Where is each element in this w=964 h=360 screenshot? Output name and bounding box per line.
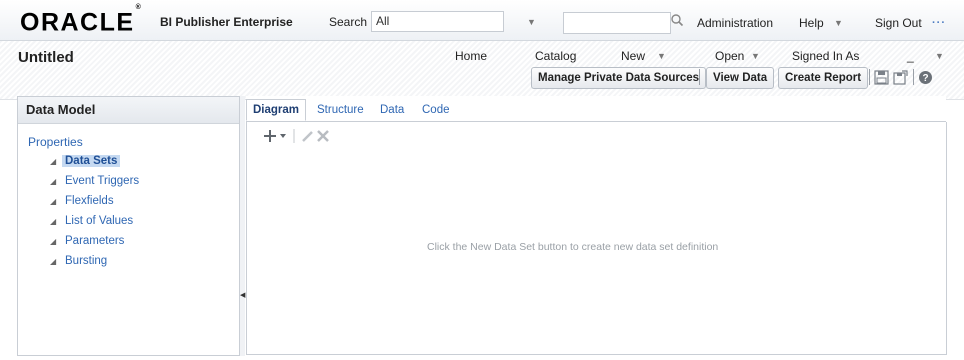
collapse-triangle-icon[interactable]: ◢ <box>50 194 62 210</box>
collapse-triangle-icon[interactable]: ◢ <box>50 254 62 270</box>
data-model-panel: Data Model Properties ◢ Data Sets ◢ Event … <box>17 96 240 356</box>
new-data-set-icon[interactable] <box>264 130 276 142</box>
save-as-icon[interactable] <box>893 70 908 85</box>
empty-canvas-message: Click the New Data Set button to create … <box>427 241 719 253</box>
signed-in-as-label: Signed In As <box>792 49 860 63</box>
collapse-panel-icon[interactable]: ◀ <box>240 291 245 299</box>
collapse-triangle-icon[interactable]: ◢ <box>50 234 62 250</box>
view-data-button[interactable]: View Data <box>706 67 775 89</box>
panel-splitter[interactable] <box>240 96 245 356</box>
panel-title: Data Model <box>18 97 239 124</box>
chevron-down-icon[interactable]: ▼ <box>527 17 536 27</box>
chevron-down-icon[interactable]: ▼ <box>935 51 944 61</box>
tree-item-data-sets[interactable]: ◢ Data Sets <box>50 153 121 170</box>
svg-text:?: ? <box>922 73 928 84</box>
properties-link[interactable]: Properties <box>28 135 83 149</box>
toolbar-divider <box>869 69 870 85</box>
catalog-link[interactable]: Catalog <box>535 49 576 63</box>
tree-item-list-of-values[interactable]: ◢ List of Values <box>50 213 136 229</box>
toolbar-divider <box>699 69 700 85</box>
diagram-canvas[interactable]: Click the New Data Set button to create … <box>246 122 947 355</box>
oracle-logo: ORACLE® <box>20 4 142 37</box>
open-menu[interactable]: Open <box>715 49 744 63</box>
logo-mark: ® <box>135 4 143 11</box>
tree-item-parameters[interactable]: ◢ Parameters <box>50 233 127 249</box>
administration-link[interactable]: Administration <box>697 16 773 30</box>
diagram-toolbar-icons <box>264 129 329 143</box>
tree-item-label: List of Values <box>65 215 134 227</box>
tab-diagram[interactable]: Diagram <box>246 99 307 121</box>
create-report-button[interactable]: Create Report <box>778 67 869 89</box>
tree-item-label: Bursting <box>65 255 108 267</box>
document-bar: Untitled Home Catalog New ▼ Open ▼ Signe… <box>0 41 964 100</box>
search-scope-select[interactable]: All <box>371 11 504 32</box>
toolbar-divider <box>913 69 914 85</box>
sign-out-link[interactable]: Sign Out <box>875 16 922 30</box>
manage-private-data-sources-button[interactable]: Manage Private Data Sources <box>531 67 707 89</box>
help-menu[interactable]: Help <box>799 16 824 30</box>
help-icon[interactable]: ? <box>918 70 933 85</box>
chevron-down-icon[interactable]: ▼ <box>751 51 760 61</box>
save-icon[interactable] <box>874 70 889 85</box>
tree-item-label: Event Triggers <box>65 175 140 187</box>
chevron-down-icon[interactable] <box>280 134 286 138</box>
tree-item-label: Flexfields <box>65 195 114 207</box>
editor-panel: Diagram Structure Data Code Click the Ne… <box>246 96 947 355</box>
tree-item-label: Data Sets <box>62 155 121 167</box>
signed-in-user[interactable]: _ <box>907 49 914 63</box>
search-icon[interactable] <box>670 13 684 27</box>
more-icon[interactable]: ··· <box>932 17 946 29</box>
edit-pencil-icon[interactable] <box>302 131 313 142</box>
home-link[interactable]: Home <box>455 49 487 63</box>
chevron-down-icon[interactable]: ▼ <box>834 18 843 28</box>
delete-x-icon[interactable] <box>317 130 329 142</box>
tree-item-label: Parameters <box>65 235 125 247</box>
diagram-toolbar <box>263 128 353 147</box>
tree-item-event-triggers[interactable]: ◢ Event Triggers <box>50 173 142 189</box>
chevron-down-icon[interactable]: ▼ <box>657 51 666 61</box>
product-name: BI Publisher Enterprise <box>160 15 293 29</box>
global-header: ORACLE® BI Publisher Enterprise Search A… <box>0 0 964 41</box>
tree-item-bursting[interactable]: ◢ Bursting <box>50 253 110 269</box>
collapse-triangle-icon[interactable]: ◢ <box>50 214 62 230</box>
tab-code[interactable]: Code <box>422 104 450 116</box>
tree-item-flexfields[interactable]: ◢ Flexfields <box>50 193 117 209</box>
tab-data[interactable]: Data <box>380 104 404 116</box>
search-input[interactable] <box>563 12 671 34</box>
logo-text: ORACLE <box>20 8 135 37</box>
tab-bar: Diagram Structure Data Code <box>246 96 946 122</box>
new-menu[interactable]: New <box>621 49 645 63</box>
page-title: Untitled <box>18 49 74 66</box>
search-label: Search <box>329 15 368 29</box>
collapse-triangle-icon[interactable]: ◢ <box>50 154 62 170</box>
collapse-triangle-icon[interactable]: ◢ <box>50 174 62 190</box>
tab-structure[interactable]: Structure <box>317 104 364 116</box>
